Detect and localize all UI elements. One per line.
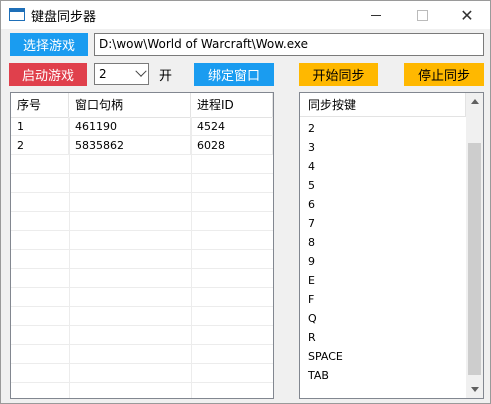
stop-sync-button[interactable]: 停止同步 — [404, 63, 484, 86]
window-count-value: 2 — [99, 67, 107, 81]
close-icon: ✕ — [460, 5, 474, 25]
empty-row — [11, 250, 273, 269]
column-header-handle[interactable]: 窗口句柄 — [69, 93, 191, 117]
window-app-icon — [9, 8, 25, 21]
close-button[interactable]: ✕ — [444, 1, 490, 29]
cell-handle: 5835862 — [69, 136, 191, 155]
list-item[interactable]: R — [308, 328, 316, 347]
window-count-select[interactable]: 2 — [94, 63, 149, 85]
cell-handle: 461190 — [69, 117, 191, 136]
empty-row — [11, 326, 273, 345]
chevron-down-icon — [135, 65, 147, 77]
empty-row — [11, 364, 273, 383]
sync-key-scrollbar[interactable] — [466, 93, 483, 398]
list-item[interactable]: 3 — [308, 138, 315, 157]
scroll-down-button[interactable] — [466, 381, 483, 398]
empty-row — [11, 345, 273, 364]
arrow-up-icon — [470, 99, 479, 104]
select-game-button[interactable]: 选择游戏 — [10, 33, 88, 56]
column-header-index[interactable]: 序号 — [11, 93, 69, 117]
minimize-button[interactable] — [353, 1, 399, 29]
cell-index: 2 — [11, 136, 69, 155]
cell-pid: 6028 — [191, 136, 273, 155]
bind-window-button[interactable]: 绑定窗口 — [194, 63, 274, 86]
list-item[interactable]: 9 — [308, 252, 315, 271]
window-list-header: 序号 窗口句柄 进程ID — [11, 93, 273, 118]
window-title: 键盘同步器 — [31, 10, 97, 25]
empty-row — [11, 212, 273, 231]
list-item[interactable]: E — [308, 271, 315, 290]
empty-row — [11, 193, 273, 212]
scroll-up-button[interactable] — [466, 93, 483, 110]
cell-pid: 4524 — [191, 117, 273, 136]
launch-game-button[interactable]: 启动游戏 — [9, 63, 87, 86]
empty-row — [11, 155, 273, 174]
empty-row — [11, 174, 273, 193]
empty-row — [11, 231, 273, 250]
empty-row — [11, 269, 273, 288]
list-item[interactable]: 6 — [308, 195, 315, 214]
sync-key-header[interactable]: 同步按键 — [300, 93, 466, 117]
open-label[interactable]: 开 — [159, 65, 172, 84]
window-list-rows: 1 461190 4524 2 5835862 6028 — [11, 117, 273, 398]
game-path-field[interactable]: D:\wow\World of Warcraft\Wow.exe — [94, 33, 484, 56]
maximize-button[interactable] — [399, 1, 445, 29]
column-header-pid[interactable]: 进程ID — [191, 93, 273, 117]
list-item[interactable]: 5 — [308, 176, 315, 195]
sync-key-list[interactable]: 同步按键 2 3 4 5 6 7 8 9 E F Q R SPACE TAB — [299, 92, 484, 399]
empty-row — [11, 288, 273, 307]
list-item[interactable]: 8 — [308, 233, 315, 252]
list-item[interactable]: 7 — [308, 214, 315, 233]
list-item[interactable]: SPACE — [308, 347, 343, 366]
table-row[interactable]: 2 5835862 6028 — [11, 136, 273, 155]
maximize-icon — [416, 9, 428, 21]
minimize-icon — [371, 14, 381, 16]
list-item[interactable]: Q — [308, 309, 317, 328]
app-window: 键盘同步器 ✕ 选择游戏 D:\wow\World of Warcraft\Wo… — [0, 0, 491, 404]
arrow-down-icon — [470, 387, 479, 392]
list-item[interactable]: 2 — [308, 119, 315, 138]
cell-index: 1 — [11, 117, 69, 136]
list-item[interactable]: 4 — [308, 157, 315, 176]
scrollbar-thumb[interactable] — [468, 143, 481, 375]
list-item[interactable]: F — [308, 290, 314, 309]
table-row[interactable]: 1 461190 4524 — [11, 117, 273, 136]
empty-row — [11, 307, 273, 326]
empty-row — [11, 383, 273, 398]
list-item[interactable]: TAB — [308, 366, 329, 385]
title-bar: 键盘同步器 ✕ — [1, 1, 490, 29]
start-sync-button[interactable]: 开始同步 — [299, 63, 378, 86]
window-list[interactable]: 序号 窗口句柄 进程ID 1 461190 4524 2 5835862 602… — [10, 92, 274, 399]
